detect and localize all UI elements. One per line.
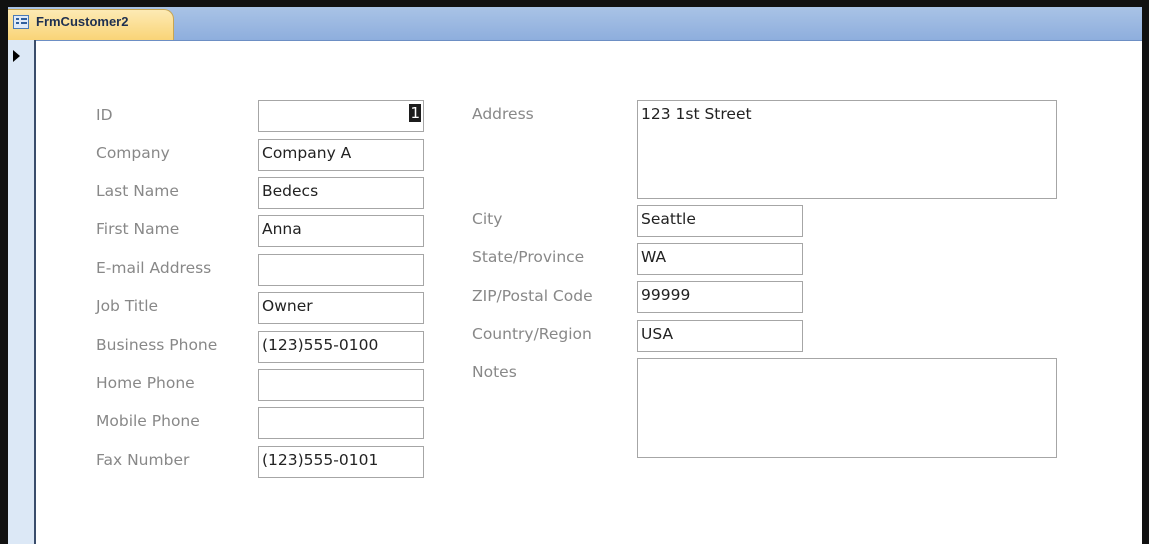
form-window: FrmCustomer2 ID 1 Company Company A Last…	[0, 0, 1149, 544]
window-top-border	[0, 0, 1149, 7]
email-label: E-mail Address	[96, 259, 212, 277]
notes-field[interactable]	[637, 358, 1057, 458]
first-name-label: First Name	[96, 220, 180, 238]
city-label: City	[472, 210, 503, 228]
home-phone-field[interactable]	[258, 369, 424, 401]
state-province-field[interactable]: WA	[637, 243, 803, 275]
company-label: Company	[96, 144, 170, 162]
fax-number-field[interactable]: (123)555-0101	[258, 446, 424, 478]
country-region-label: Country/Region	[472, 325, 592, 343]
city-field[interactable]: Seattle	[637, 205, 803, 237]
address-label: Address	[472, 105, 534, 123]
job-title-field[interactable]: Owner	[258, 292, 424, 324]
document-tab-strip	[8, 7, 1142, 41]
id-value: 1	[409, 104, 421, 122]
company-field[interactable]: Company A	[258, 139, 424, 171]
last-name-label: Last Name	[96, 182, 179, 200]
form-icon	[13, 15, 29, 29]
mobile-phone-label: Mobile Phone	[96, 412, 200, 430]
business-phone-field[interactable]: (123)555-0100	[258, 331, 424, 363]
tab-frmcustomer2[interactable]: FrmCustomer2	[8, 9, 174, 40]
fax-number-label: Fax Number	[96, 451, 190, 469]
window-left-border	[0, 0, 8, 544]
window-right-border	[1142, 0, 1149, 544]
mobile-phone-field[interactable]	[258, 407, 424, 439]
home-phone-label: Home Phone	[96, 374, 195, 392]
last-name-field[interactable]: Bedecs	[258, 177, 424, 209]
notes-label: Notes	[472, 363, 517, 381]
id-label: ID	[96, 106, 113, 124]
job-title-label: Job Title	[96, 297, 159, 315]
state-province-label: State/Province	[472, 248, 585, 266]
current-record-arrow-icon	[13, 50, 20, 62]
country-region-field[interactable]: USA	[637, 320, 803, 352]
id-field[interactable]: 1	[258, 100, 424, 132]
business-phone-label: Business Phone	[96, 336, 218, 354]
first-name-field[interactable]: Anna	[258, 215, 424, 247]
zip-postal-code-label: ZIP/Postal Code	[472, 287, 593, 305]
record-selector[interactable]	[8, 40, 36, 544]
zip-postal-code-field[interactable]: 99999	[637, 281, 803, 313]
address-field[interactable]: 123 1st Street	[637, 100, 1057, 199]
email-field[interactable]	[258, 254, 424, 286]
tab-title: FrmCustomer2	[36, 14, 129, 29]
